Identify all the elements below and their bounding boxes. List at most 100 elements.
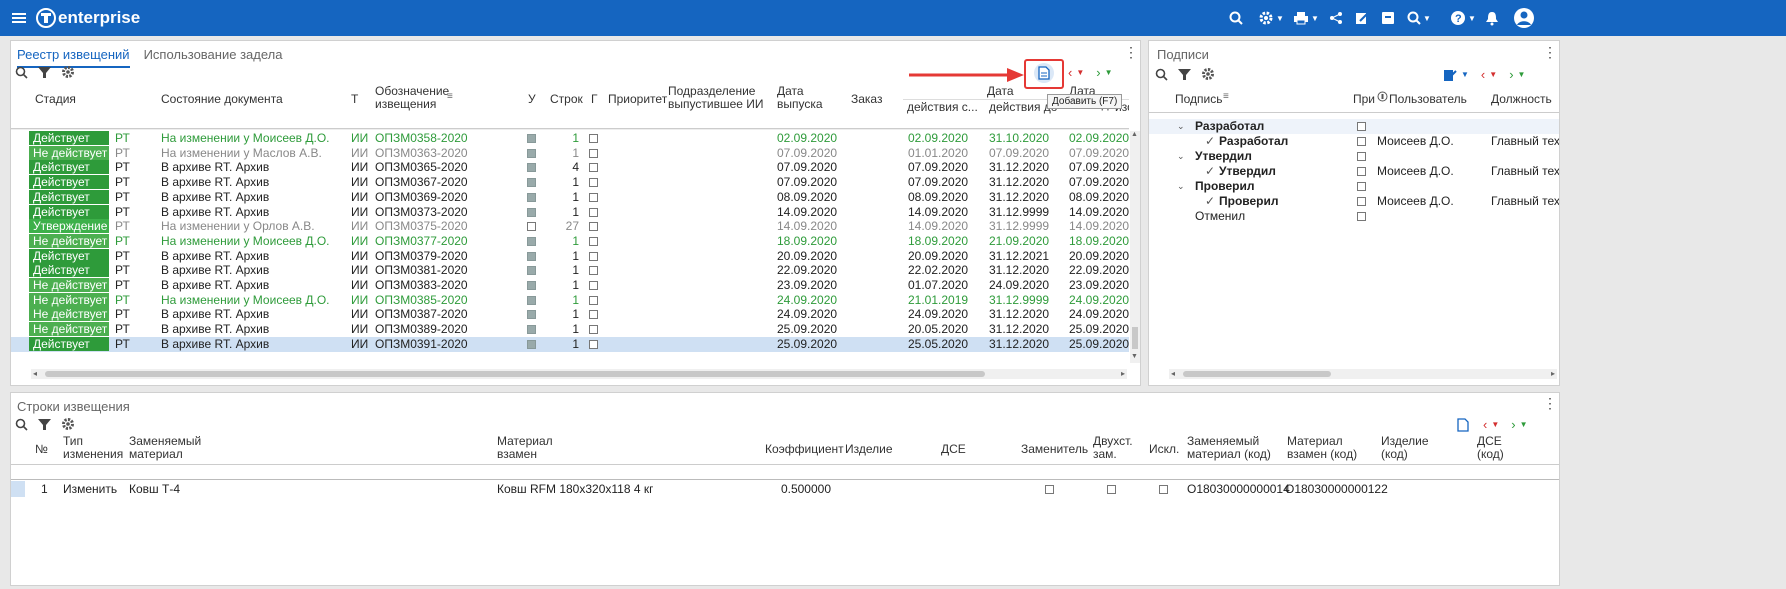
u-checkbox[interactable] xyxy=(527,236,536,246)
u-checkbox[interactable] xyxy=(527,295,536,305)
excl-checkbox[interactable] xyxy=(1159,485,1168,494)
g-checkbox[interactable] xyxy=(589,325,598,335)
u-checkbox[interactable] xyxy=(527,281,536,290)
row-selector[interactable] xyxy=(11,481,25,497)
table-row[interactable]: Действует РТ На изменении у Моисеев Д.О. ИИ… xyxy=(11,131,1129,146)
zoom-search-icon[interactable]: ▼ xyxy=(1404,7,1434,29)
u-checkbox[interactable] xyxy=(527,310,536,320)
search-icon[interactable] xyxy=(1155,68,1168,81)
signature-checkbox[interactable] xyxy=(1357,137,1366,146)
g-checkbox[interactable] xyxy=(589,222,598,232)
signature-checkbox[interactable] xyxy=(1357,212,1366,221)
table-row[interactable]: Действует РТ В архиве RT. Архив ИИ ОПЗМ0365-… xyxy=(11,160,1129,175)
g-checkbox[interactable] xyxy=(589,236,598,246)
col-product[interactable]: Изделие xyxy=(845,443,893,456)
g-checkbox[interactable] xyxy=(589,266,598,276)
u-checkbox[interactable] xyxy=(527,251,536,261)
search-icon[interactable] xyxy=(1228,7,1244,29)
col-coef[interactable]: Коэффициент xyxy=(765,443,844,456)
col-order[interactable]: Заказ xyxy=(851,93,882,106)
gear-icon[interactable] xyxy=(61,65,75,79)
edit-icon[interactable] xyxy=(1354,7,1370,29)
user-avatar-icon[interactable] xyxy=(1512,7,1536,29)
table-row[interactable]: Не действует РТ В архиве RT. Архив ИИ ОПЗМ03… xyxy=(11,278,1129,293)
archive-icon[interactable] xyxy=(1380,7,1396,29)
signature-checkbox[interactable] xyxy=(1357,197,1366,206)
col-issue-date[interactable]: Дата выпуска xyxy=(777,85,837,111)
add-document-icon[interactable] xyxy=(1457,417,1469,432)
prev-caret-icon[interactable]: ▼ xyxy=(1076,68,1084,77)
gear-icon[interactable]: ▼ xyxy=(1256,7,1286,29)
help-icon[interactable]: ? ▼ xyxy=(1448,7,1478,29)
table-row[interactable]: Действует РТ В архиве RT. Архив ИИ ОПЗМ0381-… xyxy=(11,263,1129,278)
col-num[interactable]: № xyxy=(35,443,48,456)
add-document-icon[interactable] xyxy=(1034,63,1054,83)
u-checkbox[interactable] xyxy=(527,148,536,158)
sort-icon[interactable]: ≡ xyxy=(447,91,453,102)
signature-row[interactable]: ⌄ Разработал xyxy=(1149,119,1559,134)
col-dse-code[interactable]: ДСЕ (код) xyxy=(1477,435,1527,461)
table-row[interactable]: Не действует РТ На изменении у Моисеев Д.О… xyxy=(11,292,1129,308)
u-checkbox[interactable] xyxy=(527,163,536,173)
signatures-hscroll[interactable]: ◂ ▸ xyxy=(1169,369,1557,379)
next-arrow-icon[interactable]: › xyxy=(1511,417,1515,432)
gear-icon[interactable] xyxy=(61,417,75,431)
table-row[interactable]: Действует РТ В архиве RT. Архив ИИ ОПЗМ0369-… xyxy=(11,189,1129,205)
col-lines[interactable]: Строк xyxy=(550,93,583,106)
g-checkbox[interactable] xyxy=(589,251,598,261)
replacer-checkbox[interactable] xyxy=(1045,485,1054,494)
sign-edit-icon[interactable] xyxy=(1443,68,1457,82)
table-row[interactable]: Не действует РТ На изменении у Маслов А.В.… xyxy=(11,145,1129,161)
col-priority[interactable]: Приоритет xyxy=(608,93,667,106)
col-material-code[interactable]: Материал взамен (код) xyxy=(1287,435,1367,461)
g-checkbox[interactable] xyxy=(589,148,598,158)
share-icon[interactable] xyxy=(1328,7,1344,29)
filter-icon[interactable] xyxy=(38,66,51,79)
col-stage[interactable]: Стадия xyxy=(35,93,76,106)
table-row[interactable]: 1 Изменить Ковш Т-4 Ковш RFM 180x320x118 4 … xyxy=(11,481,1559,497)
next-arrow-icon[interactable]: › xyxy=(1509,67,1513,82)
table-row[interactable]: Не действует РТ На изменении у Моисеев Д.О… xyxy=(11,233,1129,249)
col-valid-from[interactable]: действия с... xyxy=(907,101,978,114)
prev-arrow-icon[interactable]: ‹ xyxy=(1068,65,1072,80)
g-checkbox[interactable] xyxy=(589,207,598,217)
g-checkbox[interactable] xyxy=(589,178,598,188)
table-row[interactable]: Не действует РТ В архиве RT. Архив ИИ ОПЗМ03… xyxy=(11,322,1129,337)
col-position[interactable]: Должность xyxy=(1491,93,1552,106)
col-product-code[interactable]: Изделие (код) xyxy=(1381,435,1441,461)
col-g[interactable]: Г xyxy=(591,93,598,106)
g-checkbox[interactable] xyxy=(589,295,598,305)
col-doc-state[interactable]: Состояние документа xyxy=(161,93,283,106)
g-checkbox[interactable] xyxy=(589,192,598,202)
more-menu-icon[interactable]: ⋮ xyxy=(1543,395,1557,412)
table-row[interactable]: Действует РТ В архиве RT. Архив ИИ ОПЗМ0373-… xyxy=(11,204,1129,220)
col-sign[interactable]: Подпись xyxy=(1175,93,1223,106)
col-replaced[interactable]: Заменяемый материал xyxy=(129,435,209,461)
g-checkbox[interactable] xyxy=(589,163,598,173)
u-checkbox[interactable] xyxy=(527,178,536,188)
u-checkbox[interactable] xyxy=(527,339,536,349)
col-twostep[interactable]: Двухст. зам. xyxy=(1093,435,1143,461)
prev-arrow-icon[interactable]: ‹ xyxy=(1483,417,1487,432)
signature-checkbox[interactable] xyxy=(1357,167,1366,176)
signature-row[interactable]: ✓ПроверилМоисеев Д.О.Главный техно xyxy=(1149,194,1559,209)
col-excl[interactable]: Искл. xyxy=(1149,443,1179,456)
signature-row[interactable]: ⌄ Проверил xyxy=(1149,179,1559,194)
bell-icon[interactable] xyxy=(1484,7,1500,29)
next-caret-icon[interactable]: ▼ xyxy=(1105,68,1113,77)
table-row[interactable]: Утверждение РТ На изменении у Орлов А.В. ИИ… xyxy=(11,219,1129,234)
g-checkbox[interactable] xyxy=(589,339,598,349)
filter-icon[interactable] xyxy=(1178,68,1191,81)
col-user[interactable]: Пользователь xyxy=(1389,93,1467,106)
signature-row[interactable]: Отменил xyxy=(1149,209,1559,224)
u-checkbox[interactable] xyxy=(527,222,536,232)
col-type[interactable]: Тип изменения xyxy=(63,435,123,461)
col-division[interactable]: Подразделение выпустившее ИИ xyxy=(668,85,768,111)
g-checkbox[interactable] xyxy=(589,281,598,290)
signature-row[interactable]: ✓УтвердилМоисеев Д.О.Главный техно xyxy=(1149,164,1559,179)
search-icon[interactable] xyxy=(15,66,28,79)
more-menu-icon[interactable]: ⋮ xyxy=(1124,44,1138,61)
filter-icon[interactable] xyxy=(38,418,51,431)
u-checkbox[interactable] xyxy=(527,192,536,202)
u-checkbox[interactable] xyxy=(527,207,536,217)
